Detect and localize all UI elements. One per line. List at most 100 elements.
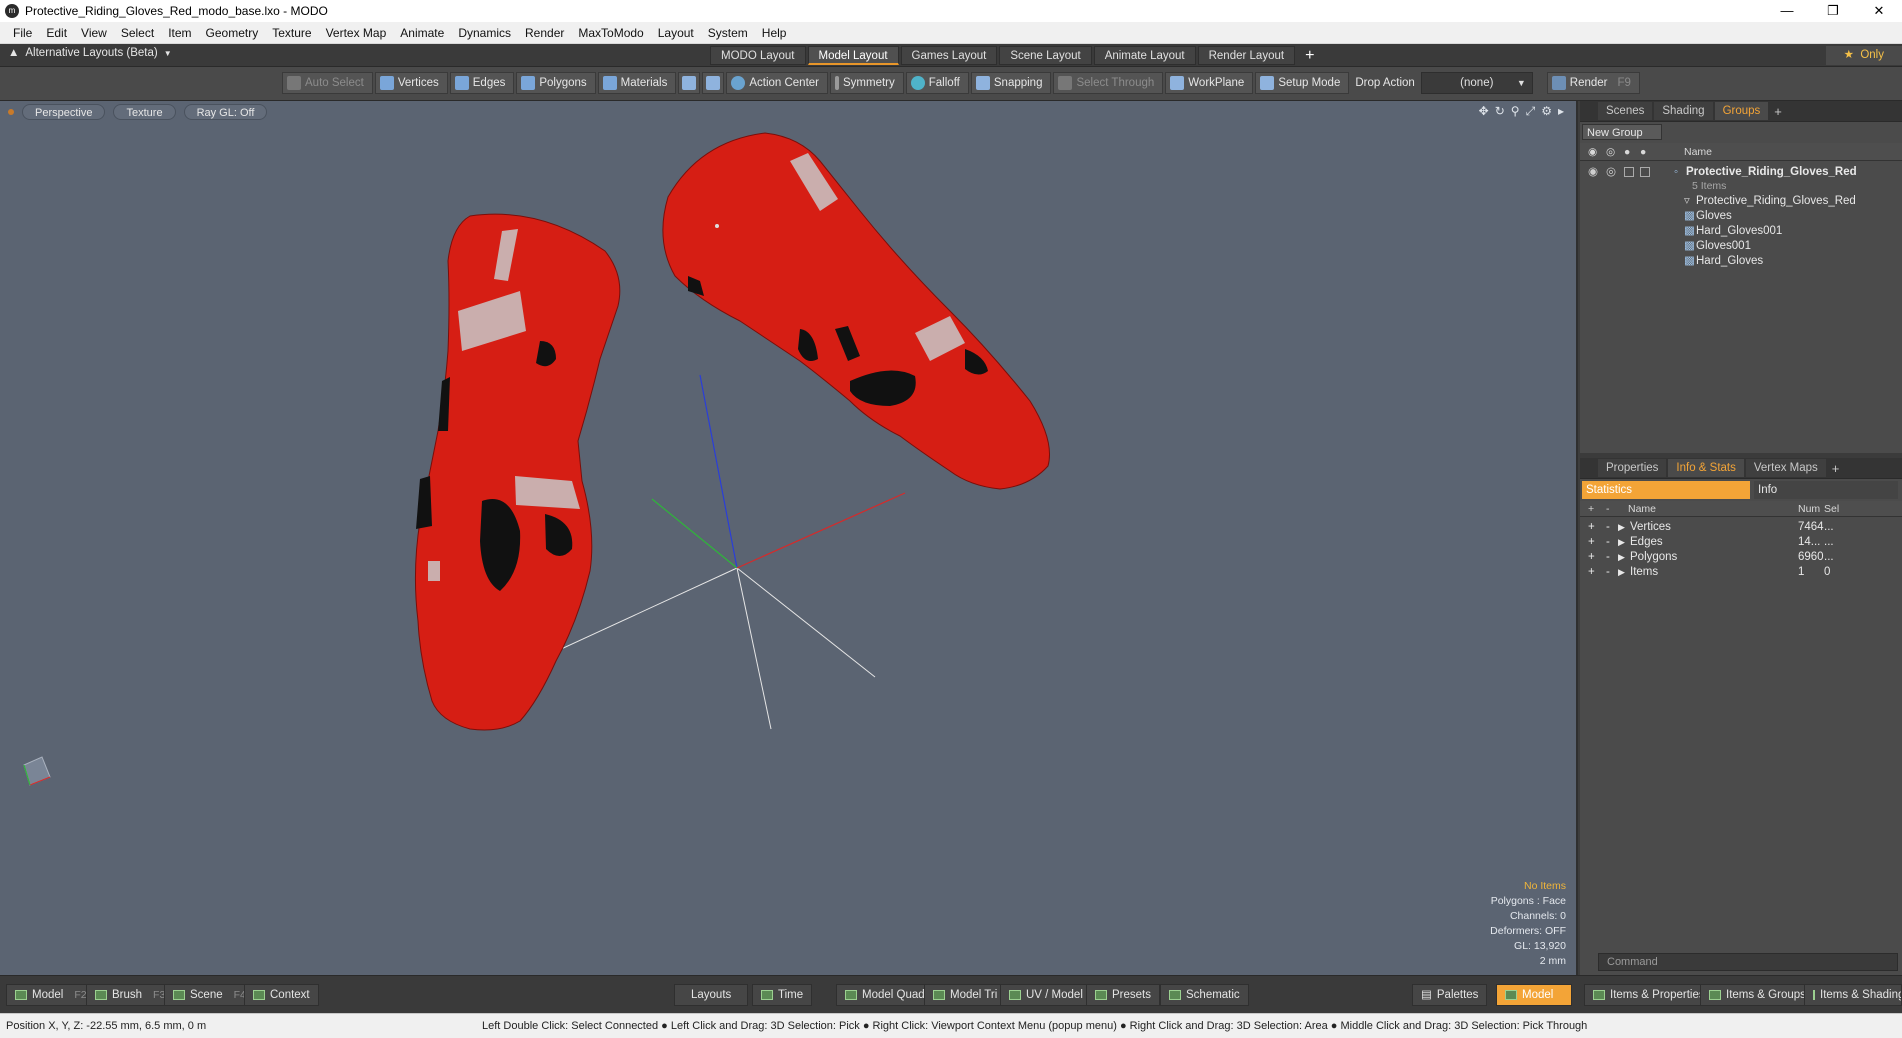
tab-games-layout[interactable]: Games Layout	[900, 46, 998, 65]
menu-select[interactable]: Select	[114, 22, 161, 44]
menu-texture[interactable]: Texture	[265, 22, 318, 44]
menu-dynamics[interactable]: Dynamics	[451, 22, 518, 44]
model-tri-button[interactable]: Model Tri	[924, 984, 1007, 1006]
brush-mode-button[interactable]: Brush F3	[86, 984, 175, 1006]
menu-layout[interactable]: Layout	[651, 22, 701, 44]
stats-row[interactable]: + - ▶ Items 1 0	[1580, 563, 1902, 581]
schematic-button[interactable]: Schematic	[1160, 984, 1249, 1006]
select-through-button[interactable]: Select Through	[1053, 72, 1164, 94]
main-toolbar: Auto Select Vertices Edges Polygons Mate…	[0, 67, 1902, 101]
tab-animate-layout[interactable]: Animate Layout	[1093, 46, 1196, 65]
tab-properties[interactable]: Properties	[1598, 459, 1667, 477]
model-mode-button[interactable]: Model F2	[6, 984, 96, 1006]
workplane-button[interactable]: WorkPlane	[1165, 72, 1254, 94]
3d-viewport[interactable]: Perspective Texture Ray GL: Off ✥ ↻ ⚲ ⤢ …	[0, 101, 1578, 975]
render-icon	[1551, 76, 1566, 90]
collapse-icon[interactable]: -	[1606, 563, 1610, 581]
tab-modo-layout[interactable]: MODO Layout	[710, 46, 806, 65]
tab-scenes[interactable]: Scenes	[1598, 102, 1653, 120]
symmetry-icon	[835, 76, 840, 90]
items-shading-button[interactable]: Items & Shading	[1804, 984, 1902, 1006]
expand-icon[interactable]: +	[1588, 563, 1595, 581]
group-item-row[interactable]: ▩ Hard_Gloves	[1580, 252, 1902, 270]
checkbox-icon[interactable]	[1624, 167, 1634, 177]
menu-view[interactable]: View	[74, 22, 114, 44]
model-shortcut: F2	[74, 989, 87, 1001]
drop-action-select[interactable]: (none) ▼	[1420, 72, 1533, 94]
tab-shading[interactable]: Shading	[1654, 102, 1713, 120]
info-panel-tabs: Properties Info & Stats Vertex Maps +	[1580, 458, 1902, 478]
auto-select-button[interactable]: Auto Select	[282, 72, 373, 94]
checkbox-icon[interactable]	[1640, 167, 1650, 177]
add-tab-button[interactable]: +	[1770, 104, 1786, 119]
tab-render-layout[interactable]: Render Layout	[1197, 46, 1296, 65]
menu-file[interactable]: File	[6, 22, 39, 44]
setup-mode-button[interactable]: Setup Mode	[1255, 72, 1350, 94]
items-groups-button[interactable]: Items & Groups	[1700, 984, 1815, 1006]
groups-panel-tabs: Scenes Shading Groups +	[1580, 101, 1902, 121]
menu-geometry[interactable]: Geometry	[199, 22, 266, 44]
drop-action-label: Drop Action	[1355, 77, 1415, 89]
menu-maxtomodo[interactable]: MaxToModo	[571, 22, 650, 44]
close-icon[interactable]: ✕	[1856, 0, 1902, 22]
menu-help[interactable]: Help	[755, 22, 794, 44]
brush-icon	[95, 990, 107, 1000]
menu-item[interactable]: Item	[161, 22, 198, 44]
tab-vertex-maps[interactable]: Vertex Maps	[1745, 459, 1826, 477]
snapping-button[interactable]: Snapping	[970, 72, 1052, 94]
tab-groups[interactable]: Groups	[1714, 102, 1769, 120]
only-button[interactable]: ★ Only	[1825, 46, 1902, 65]
vertices-button[interactable]: Vertices	[374, 72, 448, 94]
palettes-button[interactable]: ▤ Palettes	[1412, 984, 1488, 1006]
right-panel: Scenes Shading Groups + New Group ◉ ◎ ● …	[1580, 101, 1902, 975]
uv-model-button[interactable]: UV / Model	[1000, 984, 1092, 1006]
mesh-icon: ▩	[1684, 255, 1695, 267]
left-glove-mesh[interactable]	[414, 213, 621, 731]
action-center-button[interactable]: Action Center	[726, 72, 829, 94]
falloff-button[interactable]: Falloff	[905, 72, 969, 94]
edges-button[interactable]: Edges	[449, 72, 515, 94]
time-button[interactable]: Time	[752, 984, 813, 1006]
materials-button[interactable]: Materials	[597, 72, 677, 94]
items-properties-button[interactable]: Items & Properties	[1584, 984, 1714, 1006]
alternative-layouts-dropdown[interactable]: ▲ Alternative Layouts (Beta) ▼	[8, 47, 172, 59]
gizmo-button[interactable]	[678, 72, 701, 94]
polygons-button[interactable]: Polygons	[516, 72, 596, 94]
statistics-tab[interactable]: Statistics	[1582, 481, 1750, 499]
tab-scene-layout[interactable]: Scene Layout	[999, 46, 1092, 65]
tab-model-layout[interactable]: Model Layout	[807, 46, 899, 65]
info-tab[interactable]: Info	[1754, 481, 1898, 499]
materials-icon	[602, 76, 617, 90]
auto-select-icon	[287, 76, 301, 90]
workplane-icon	[1170, 76, 1185, 90]
command-input[interactable]: Command	[1598, 953, 1898, 971]
tab-info-stats[interactable]: Info & Stats	[1668, 459, 1744, 477]
layouts-button[interactable]: Layouts	[674, 984, 749, 1006]
snap-gizmo-button[interactable]	[702, 72, 725, 94]
context-button[interactable]: Context	[244, 984, 319, 1006]
right-glove-mesh[interactable]	[662, 132, 1051, 490]
schematic-label: Schematic	[1186, 989, 1240, 1001]
menu-system[interactable]: System	[701, 22, 755, 44]
restore-icon[interactable]: ❐	[1810, 0, 1856, 22]
add-tab-button[interactable]: +	[1828, 461, 1844, 476]
minimize-icon[interactable]: —	[1764, 0, 1810, 22]
scene-mode-button[interactable]: Scene F4	[164, 984, 255, 1006]
new-group-button[interactable]: New Group	[1582, 124, 1662, 140]
orientation-cube-icon[interactable]	[23, 756, 51, 786]
expand-all-icon[interactable]: +	[1588, 501, 1594, 517]
collapse-all-icon[interactable]: -	[1606, 501, 1610, 517]
time-icon	[761, 990, 773, 1000]
render-button[interactable]: Render F9	[1546, 72, 1640, 94]
palettes-icon: ▤	[1421, 989, 1432, 1001]
presets-button[interactable]: Presets	[1086, 984, 1160, 1006]
add-layout-button[interactable]: +	[1297, 46, 1322, 65]
menu-animate[interactable]: Animate	[393, 22, 451, 44]
menu-vertex-map[interactable]: Vertex Map	[319, 22, 394, 44]
model-quad-button[interactable]: Model Quad	[836, 984, 934, 1006]
status-bar: Position X, Y, Z: -22.55 mm, 6.5 mm, 0 m…	[0, 1013, 1902, 1038]
menu-edit[interactable]: Edit	[39, 22, 74, 44]
model-layout-button[interactable]: Model	[1496, 984, 1572, 1006]
menu-render[interactable]: Render	[518, 22, 571, 44]
symmetry-button[interactable]: Symmetry	[830, 72, 904, 94]
